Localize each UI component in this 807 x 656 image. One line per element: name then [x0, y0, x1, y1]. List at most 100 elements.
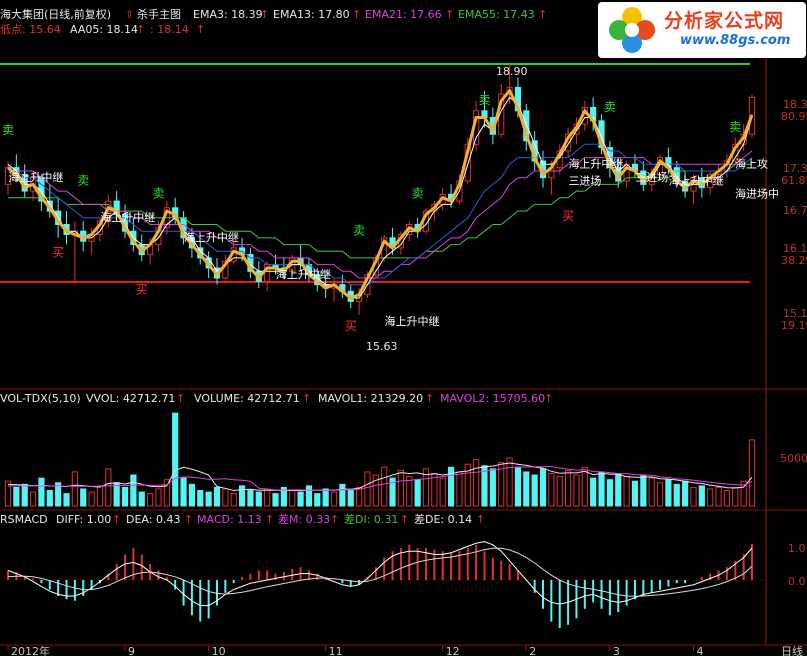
date-tick-label: 11: [329, 645, 343, 656]
volume-bar: [297, 491, 304, 507]
volume-bar: [523, 471, 530, 507]
volume-bar: [656, 482, 664, 507]
volume-bar: [723, 490, 731, 507]
volume-bar: [431, 472, 438, 507]
volume-bar: [238, 485, 246, 507]
volume-bar: [105, 468, 112, 507]
volume-bar: [147, 493, 154, 507]
pattern-annotation: 海上升中继: [568, 157, 623, 171]
volume-bar: [690, 486, 697, 507]
volume-bar: [255, 491, 262, 507]
volume-bar: [598, 471, 605, 507]
sell-marker: 卖: [412, 187, 424, 201]
ema3-value: EMA3: 18.39: [193, 8, 263, 21]
macd-value: MACD: 1.13: [197, 513, 262, 526]
volume-indicator-name: VOL-TDX(5,10): [0, 392, 81, 405]
up-arrow-icon: ↑: [176, 392, 185, 405]
stock-chart[interactable]: 海大集团(日线,前复权) ⇧ 杀手主图 EMA3: 18.39 ↑ EMA13:…: [0, 0, 807, 656]
logo-title: 分析家公式网: [664, 10, 785, 32]
volume-bar: [707, 488, 714, 507]
pattern-annotation: 三进场: [568, 173, 601, 187]
mavol1-value: MAVOL1: 21329.20: [318, 392, 423, 405]
indicator-name[interactable]: 杀手主图: [137, 7, 181, 21]
macd-tick-label: 0.0: [788, 575, 806, 588]
volume-bar: [96, 485, 104, 507]
date-tick-label: 日线: [781, 644, 803, 656]
chade-value: 差DE: 0.14: [414, 512, 472, 526]
volume-bar: [46, 490, 53, 507]
volume-bar: [205, 491, 212, 507]
volume-bar: [264, 488, 271, 507]
volume-bar: [531, 474, 538, 507]
volume-bar: [748, 439, 756, 507]
volume-bar: [71, 471, 78, 507]
volume-bar: [113, 482, 120, 507]
up-arrow-icon: ↑: [265, 513, 274, 526]
cham-value: 差M: 0.33: [278, 512, 330, 526]
low-price-label: 15.63: [366, 340, 398, 353]
volume-bar: [364, 471, 371, 507]
pattern-annotation: 海进场中: [735, 187, 779, 201]
volume-bar: [314, 493, 321, 507]
macd-indicator-name: RSMACD: [0, 513, 48, 526]
volume-bar: [631, 480, 639, 507]
volume-bar: [138, 491, 145, 507]
volume-bar: [623, 476, 630, 507]
up-arrow-icon: ↑: [445, 8, 454, 21]
pattern-annotation: 海上升中继: [184, 230, 239, 244]
volume-bar: [213, 486, 221, 507]
mavol2-value: MAVOL2: 15705.60: [440, 392, 545, 405]
date-tick-label: 2012年: [11, 644, 50, 656]
pattern-annotation: 海上升中继: [385, 314, 440, 328]
volume-bar: [330, 491, 338, 507]
volume-bar: [590, 477, 597, 507]
buy-marker: 买: [52, 246, 64, 260]
logo-url[interactable]: www.88gs.com: [680, 33, 790, 48]
volume-bar: [29, 491, 37, 507]
date-tick-label: 12: [446, 645, 460, 656]
sell-marker: 卖: [729, 120, 741, 134]
buy-marker: 买: [345, 319, 357, 333]
price-tick-label: 38.2%: [781, 254, 807, 267]
up-arrow-icon: ↑: [330, 513, 339, 526]
volume-bar: [13, 486, 20, 507]
buy-marker: 买: [562, 209, 574, 223]
volume-bar: [564, 469, 572, 507]
volume-bar: [473, 459, 480, 507]
up-arrow-icon: ↑: [352, 8, 361, 21]
low-point-value: 低点: 15.64: [0, 23, 61, 36]
pattern-annotation: 海上升中继: [669, 173, 724, 187]
pattern-annotation: 三进场: [635, 170, 668, 184]
sell-marker: 卖: [604, 100, 616, 114]
volume-bar: [38, 477, 45, 507]
sell-marker: 卖: [152, 187, 164, 201]
pattern-annotation: 海上攻: [735, 157, 768, 171]
volume-value: VOLUME: 42712.71: [194, 392, 300, 405]
volume-tick-label: 5000: [780, 452, 807, 465]
buy-marker: 买: [136, 282, 148, 296]
ema21-value: EMA21: 17.66: [365, 8, 442, 21]
sell-marker: 卖: [2, 123, 14, 137]
volume-bar: [439, 477, 446, 507]
volume-bar: [88, 491, 95, 507]
volume-bar: [63, 493, 70, 507]
diff-value: DIFF: 1.00: [56, 513, 111, 526]
sell-marker: 卖: [478, 93, 490, 107]
price-tick-label: 19.1%: [781, 319, 807, 332]
volume-bar: [514, 466, 522, 507]
volume-bar: [130, 474, 137, 507]
volume-bar: [339, 483, 346, 507]
volume-bar: [539, 468, 547, 507]
volume-bar: [305, 485, 313, 507]
macd-tick-label: 1.0: [788, 542, 806, 555]
sell-marker: 卖: [353, 224, 365, 238]
volume-bar: [172, 412, 179, 507]
volume-bar: [715, 486, 722, 507]
volume-bar: [289, 490, 296, 507]
chadi-value: 差DI: 0.31: [344, 512, 398, 526]
volume-bar: [347, 490, 354, 507]
volume-bar: [381, 466, 388, 507]
volume-bar: [180, 477, 187, 507]
flower-logo-icon: [609, 7, 655, 53]
indicator-arrow-icon: ⇧: [125, 8, 134, 21]
